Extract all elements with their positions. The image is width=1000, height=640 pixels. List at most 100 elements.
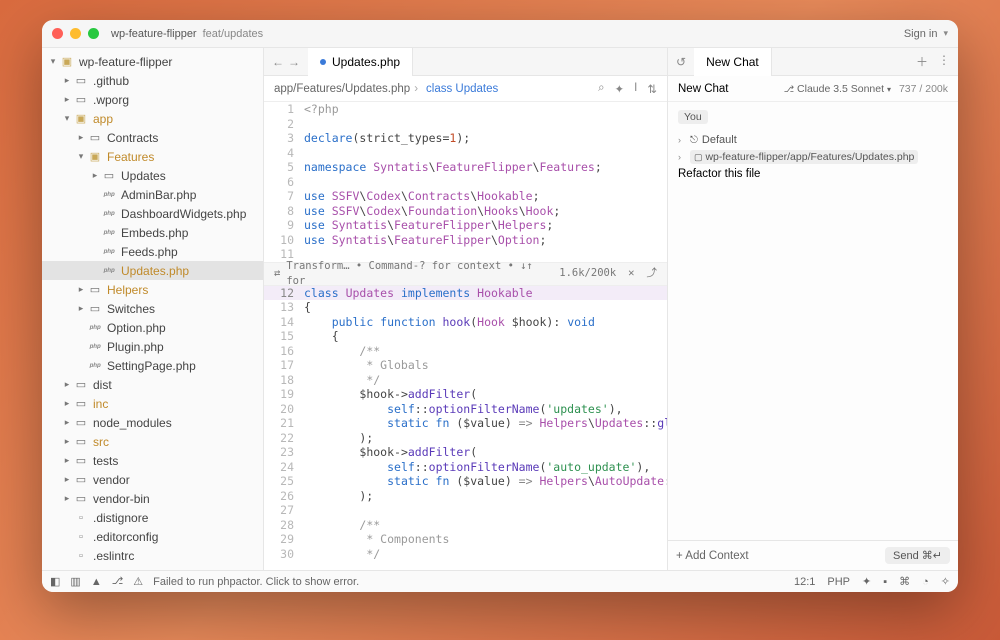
editor-body[interactable]: 1<?php 2 3declare(strict_types=1); 4 5na… bbox=[264, 102, 667, 570]
search-icon[interactable]: ⌕ bbox=[598, 82, 604, 96]
tree-item[interactable]: ▸▭vendor bbox=[42, 470, 263, 489]
token-count: 737 / 200k bbox=[899, 83, 948, 95]
send-up-icon[interactable]: ⤴ bbox=[647, 266, 658, 281]
diagnostics-icon[interactable]: ◔ bbox=[922, 576, 929, 588]
chat-prompt[interactable]: Refactor this file bbox=[678, 168, 948, 180]
history-icon[interactable]: ↺ bbox=[668, 55, 694, 69]
tree-item-label: .wporg bbox=[93, 93, 129, 107]
chat-body[interactable]: You › ⎋ Default › ▢ wp-feature-flipper/a… bbox=[668, 102, 958, 540]
chevron-down-icon: ▾ bbox=[76, 151, 86, 162]
tree-item[interactable]: ▾▣app bbox=[42, 109, 263, 128]
tree-item[interactable]: ᵖʰᵖFeeds.php bbox=[42, 242, 263, 261]
tree-root-label: wp-feature-flipper bbox=[79, 55, 172, 69]
chevron-down-icon: ▾ bbox=[48, 56, 58, 67]
tree-item[interactable]: ▫.eslintrc bbox=[42, 546, 263, 565]
panel-toggle-icon[interactable]: ◧ bbox=[50, 575, 60, 588]
cursor-position[interactable]: 12:1 bbox=[794, 576, 815, 588]
bell-icon[interactable]: ✧ bbox=[941, 575, 950, 588]
filter-icon[interactable]: ⇅ bbox=[647, 82, 657, 96]
tree-item[interactable]: ▸▭vendor-bin bbox=[42, 489, 263, 508]
tree-item-label: Option.php bbox=[107, 321, 166, 335]
tree-item-label: Feeds.php bbox=[121, 245, 178, 259]
tree-item[interactable]: ▸▭.github bbox=[42, 71, 263, 90]
chat-title: New Chat bbox=[678, 83, 729, 95]
tree-item[interactable]: ▸▭Updates bbox=[42, 166, 263, 185]
nav-forward-icon[interactable]: → bbox=[288, 55, 300, 69]
terminal-icon[interactable]: ▪ bbox=[883, 576, 887, 588]
tree-item[interactable]: ᵖʰᵖPlugin.php bbox=[42, 337, 263, 356]
php-icon: ᵖʰᵖ bbox=[102, 190, 116, 200]
file-icon: ▫ bbox=[74, 512, 88, 524]
inline-assist-bar[interactable]: ⇄ Transform… • Command-? for context • ↓… bbox=[264, 262, 667, 286]
tree-item[interactable]: ▸▭.wporg bbox=[42, 90, 263, 109]
status-error[interactable]: Failed to run phpactor. Click to show er… bbox=[153, 576, 359, 588]
tree-item[interactable]: ▸▭src bbox=[42, 432, 263, 451]
sign-in-link[interactable]: Sign in bbox=[904, 28, 938, 40]
tree-item[interactable]: ᵖʰᵖSettingPage.php bbox=[42, 356, 263, 375]
maximize-window-icon[interactable] bbox=[88, 28, 99, 39]
model-selector[interactable]: ⎇ Claude 3.5 Sonnet ▾ bbox=[784, 83, 891, 95]
close-window-icon[interactable] bbox=[52, 28, 63, 39]
close-icon[interactable]: ✕ bbox=[628, 266, 634, 281]
chevron-right-icon: ▸ bbox=[62, 75, 72, 86]
tree-item[interactable]: ▾▣Features bbox=[42, 147, 263, 166]
tree-item-label: app bbox=[93, 112, 113, 126]
tree-item[interactable]: ᵖʰᵖAdminBar.php bbox=[42, 185, 263, 204]
branch-icon[interactable]: ⎇ bbox=[112, 576, 124, 587]
add-context-button[interactable]: + Add Context bbox=[676, 550, 749, 562]
tree-item[interactable]: ▸▭Contracts bbox=[42, 128, 263, 147]
tree-item[interactable]: ▸▭ node_modules bbox=[42, 413, 263, 432]
tree-item[interactable]: ▸▭dist bbox=[42, 375, 263, 394]
titlebar: wp-feature-flipper feat/updates Sign in … bbox=[42, 20, 958, 48]
tree-item[interactable]: ▸▭inc bbox=[42, 394, 263, 413]
copilot-icon[interactable]: ✦ bbox=[862, 575, 871, 588]
context-file-row[interactable]: › ▢ wp-feature-flipper/app/Features/Upda… bbox=[678, 150, 948, 164]
chat-tab[interactable]: New Chat bbox=[694, 48, 772, 76]
chevron-down-icon[interactable]: ▾ bbox=[943, 28, 948, 39]
breadcrumb-class[interactable]: class Updates bbox=[426, 83, 498, 95]
kebab-menu-icon[interactable]: ⋮ bbox=[938, 53, 950, 70]
nav-back-icon[interactable]: ← bbox=[272, 55, 284, 69]
tree-item-label: node_modules bbox=[93, 416, 172, 430]
minimize-window-icon[interactable] bbox=[70, 28, 81, 39]
user-icon[interactable]: ▲ bbox=[91, 576, 102, 588]
tab-updates-php[interactable]: Updates.php bbox=[308, 48, 413, 76]
new-chat-icon[interactable]: ＋ bbox=[916, 53, 928, 70]
folder-icon: ▭ bbox=[74, 416, 88, 429]
tree-item[interactable]: ▫.editorconfig bbox=[42, 527, 263, 546]
tree-item-label: Updates.php bbox=[121, 264, 189, 278]
layout-icon[interactable]: ▥ bbox=[70, 575, 80, 588]
folder-icon: ▭ bbox=[74, 492, 88, 505]
chat-tab-label: New Chat bbox=[706, 55, 759, 69]
tree-item-label: .github bbox=[93, 74, 129, 88]
send-button[interactable]: Send ⌘↵ bbox=[885, 547, 950, 564]
tree-item[interactable]: ᵖʰᵖOption.php bbox=[42, 318, 263, 337]
tree-item[interactable]: ▫ .distignore bbox=[42, 508, 263, 527]
tree-item-label: Embeds.php bbox=[121, 226, 188, 240]
breadcrumb-path[interactable]: app/Features/Updates.php bbox=[274, 83, 410, 95]
sparkle-icon[interactable]: ✦ bbox=[615, 82, 625, 96]
warning-icon: ⚠ bbox=[133, 575, 143, 588]
tree-item-label: .distignore bbox=[93, 511, 148, 525]
mode-selector[interactable]: › ⎋ Default bbox=[678, 134, 948, 146]
tree-item[interactable]: ᵖʰᵖUpdates.php bbox=[42, 261, 263, 280]
language-mode[interactable]: PHP bbox=[827, 576, 850, 588]
folder-icon: ▭ bbox=[74, 454, 88, 467]
tree-item[interactable]: ▸▭tests bbox=[42, 451, 263, 470]
inline-hint: Transform… • Command-? for context • ↓↑ … bbox=[286, 259, 553, 288]
file-tree[interactable]: ▾ ▣ wp-feature-flipper ▸▭.github▸▭.wporg… bbox=[42, 48, 264, 570]
tree-root[interactable]: ▾ ▣ wp-feature-flipper bbox=[42, 52, 263, 71]
tree-item[interactable]: ▸▭Switches bbox=[42, 299, 263, 318]
chevron-right-icon: › bbox=[678, 152, 686, 162]
window-controls bbox=[52, 28, 99, 39]
tree-item[interactable]: ᵖʰᵖDashboardWidgets.php bbox=[42, 204, 263, 223]
tree-item[interactable]: ▸▭Helpers bbox=[42, 280, 263, 299]
tree-item-label: Updates bbox=[121, 169, 166, 183]
text-cursor-icon[interactable]: I bbox=[634, 82, 637, 96]
tree-item-label: vendor-bin bbox=[93, 492, 150, 506]
chevron-right-icon: ▸ bbox=[62, 417, 72, 428]
chat-icon[interactable]: ⌘ bbox=[899, 575, 910, 588]
folder-icon: ▭ bbox=[88, 302, 102, 315]
dirty-indicator-icon bbox=[320, 59, 326, 65]
tree-item[interactable]: ᵖʰᵖEmbeds.php bbox=[42, 223, 263, 242]
